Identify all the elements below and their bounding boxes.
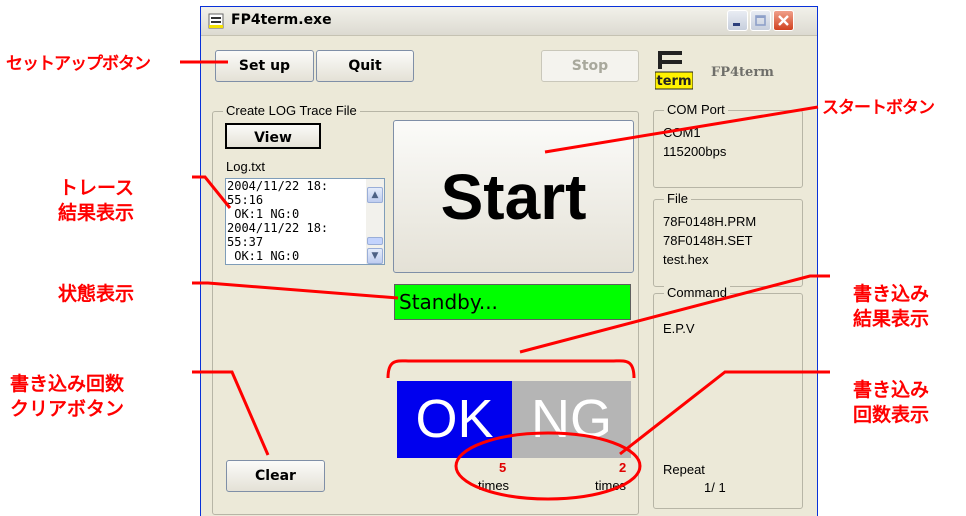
annotation-write-count: 書き込み 回数表示 — [853, 379, 930, 426]
ng-count: 2 — [619, 460, 627, 475]
ng-count-unit: times — [595, 478, 627, 493]
stop-button[interactable]: Stop — [541, 50, 639, 82]
minimize-icon — [733, 23, 740, 26]
annotation-trace-result: トレース 結果表示 — [58, 177, 135, 224]
log-trace-group-label: Create LOG Trace File — [223, 103, 360, 118]
com-port-value: COM1 — [663, 125, 701, 140]
ok-count: 5 — [499, 460, 507, 475]
window-title: FP4term.exe — [231, 12, 332, 28]
file-line: 78F0148H.SET — [663, 233, 753, 248]
log-content: 2004/11/22 18: 55:16 OK:1 NG:0 2004/11/2… — [227, 179, 329, 263]
file-line: test.hex — [663, 252, 709, 267]
command-group: Command E.P.V Repeat 1/ 1 — [653, 285, 803, 509]
com-port-label: COM Port — [664, 102, 728, 117]
annotation-start-button: スタートボタン — [822, 98, 935, 118]
log-scrollbar[interactable]: ▲ ▼ — [366, 179, 384, 264]
view-button[interactable]: View — [225, 123, 321, 149]
annotation-status-display: 状態表示 — [58, 283, 135, 305]
clear-button[interactable]: Clear — [226, 460, 325, 492]
ok-count-unit: times — [478, 478, 510, 493]
minimize-button[interactable] — [727, 10, 748, 31]
scroll-up-icon[interactable]: ▲ — [367, 187, 383, 203]
scroll-down-icon[interactable]: ▼ — [367, 248, 383, 264]
baud-rate-value: 115200bps — [663, 144, 727, 159]
start-button[interactable]: Start — [393, 120, 634, 273]
repeat-value: 1/ 1 — [704, 480, 726, 495]
status-display: Standby... — [394, 284, 631, 320]
file-line: 78F0148H.PRM — [663, 214, 757, 229]
file-group: File 78F0148H.PRM 78F0148H.SET test.hex — [653, 191, 803, 287]
close-button[interactable] — [773, 10, 794, 31]
com-port-group: COM Port COM1 115200bps — [653, 102, 803, 188]
maximize-button[interactable] — [750, 10, 771, 31]
close-icon — [778, 15, 789, 26]
command-group-label: Command — [664, 285, 730, 300]
ok-indicator: OK — [397, 381, 512, 458]
log-file-label: Log.txt — [226, 159, 266, 174]
repeat-label: Repeat — [663, 462, 705, 477]
maximize-icon — [755, 15, 766, 26]
log-textarea[interactable]: 2004/11/22 18: 55:16 OK:1 NG:0 2004/11/2… — [225, 178, 385, 265]
ng-indicator: NG — [512, 381, 631, 458]
file-group-label: File — [664, 191, 691, 206]
app-terminal-icon — [208, 13, 224, 29]
app-window: FP4term.exe Set up Quit Stop term FP4ter… — [200, 6, 818, 516]
annotation-clear-button: 書き込み回数 クリアボタン — [10, 373, 125, 420]
annotation-setup-button: セットアップボタン — [6, 54, 151, 74]
command-value: E.P.V — [663, 321, 695, 336]
fp4term-logo-icon: term — [655, 51, 693, 90]
logo-text: FP4term — [711, 65, 774, 80]
annotation-write-result: 書き込み 結果表示 — [853, 283, 930, 330]
title-bar[interactable]: FP4term.exe — [201, 7, 817, 36]
quit-button[interactable]: Quit — [316, 50, 414, 82]
setup-button[interactable]: Set up — [215, 50, 314, 82]
scroll-thumb[interactable] — [367, 237, 383, 245]
logo-icon-text: term — [657, 74, 692, 89]
